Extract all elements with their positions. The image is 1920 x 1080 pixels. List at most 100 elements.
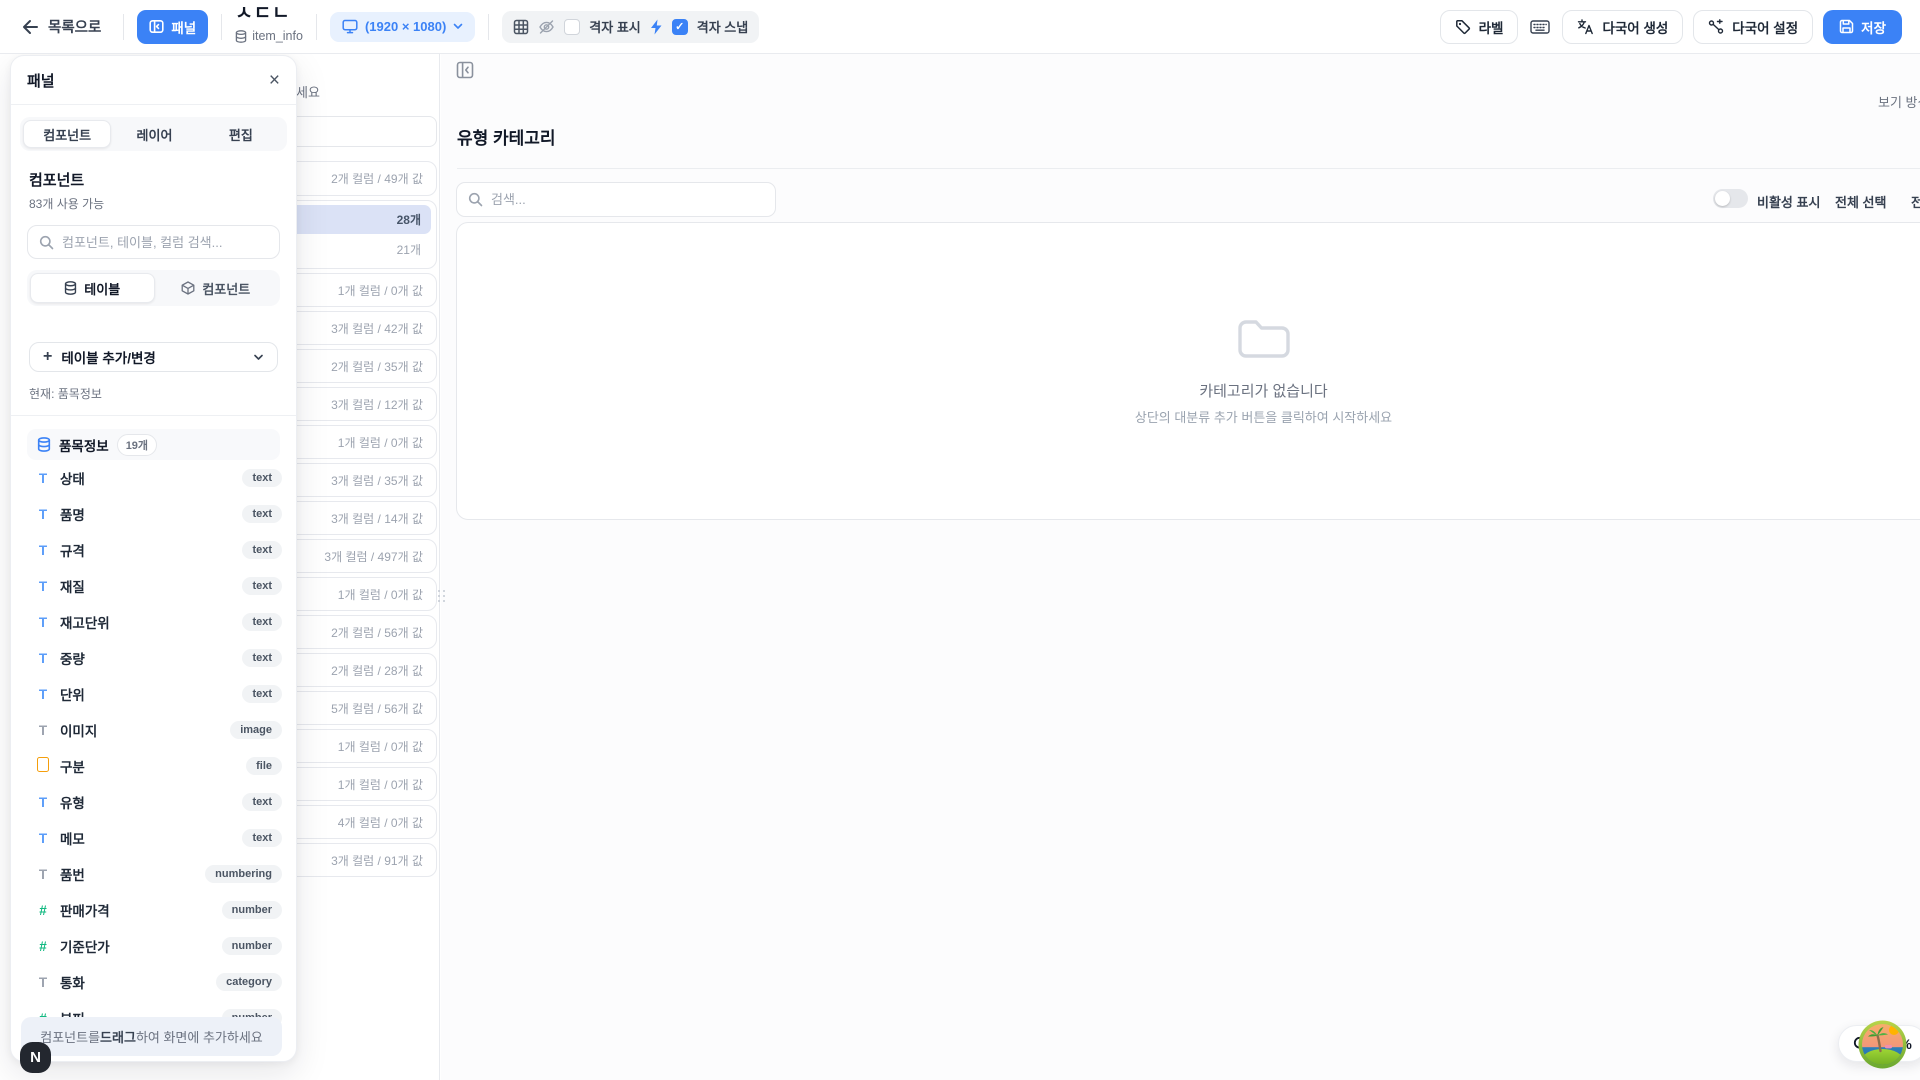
label-button[interactable]: 라벨 <box>1440 10 1519 44</box>
divider <box>457 168 1920 169</box>
field-row[interactable]: 유형 text <box>35 784 282 820</box>
app-window: 목록으로 패널 ㅅㄷㄴ item_info (1920 × 1080) 격자 표… <box>0 0 1920 1080</box>
field-row[interactable]: 판매가격 number <box>35 892 282 928</box>
field-count-badge: 19개 <box>117 434 157 456</box>
panel-header: 패널 × <box>11 56 296 105</box>
toolbar-actions: 라벨 다국어 생성 다국어 설정 저장 <box>1440 10 1920 44</box>
table-card-badge: 3개 컬럼 / 42개 값 <box>331 320 423 337</box>
tab-components[interactable]: 컴포넌트 <box>23 120 111 148</box>
field-name: 판매가격 <box>60 900 110 920</box>
field-row[interactable]: 중량 text <box>35 640 282 676</box>
separator <box>316 14 317 40</box>
field-row[interactable]: 품명 text <box>35 496 282 532</box>
search-icon <box>468 192 483 207</box>
mode-component-button[interactable]: 컴포넌트 <box>155 273 278 303</box>
field-name: 구분 <box>60 756 85 776</box>
field-row[interactable]: 메모 text <box>35 820 282 856</box>
t-blue-icon <box>35 471 51 486</box>
panel-toggle-button[interactable]: 패널 <box>137 10 208 44</box>
sidebar-resize-handle[interactable] <box>436 586 447 606</box>
add-table-dropdown[interactable]: + 테이블 추가/변경 <box>29 342 278 372</box>
keyboard-shortcuts-button[interactable] <box>1528 19 1552 35</box>
panel-search-input[interactable] <box>62 235 268 250</box>
t-blue-icon <box>35 579 51 594</box>
mode-table-button[interactable]: 테이블 <box>30 273 155 303</box>
field-type-badge: text <box>242 541 282 559</box>
field-type-badge: text <box>242 649 282 667</box>
panel-button-label: 패널 <box>171 17 196 37</box>
field-type-badge: image <box>230 721 282 739</box>
resolution-dropdown[interactable]: (1920 × 1080) <box>330 12 475 42</box>
field-name: 규격 <box>60 540 85 560</box>
inactive-toggle[interactable] <box>1713 189 1748 208</box>
table-card-badge: 4개 컬럼 / 0개 값 <box>338 814 423 831</box>
i18n-generate-button[interactable]: 다국어 생성 <box>1562 10 1683 44</box>
search-icon <box>39 235 54 250</box>
t-blue-icon <box>35 687 51 702</box>
field-row[interactable]: 재고단위 text <box>35 604 282 640</box>
eye-off-icon[interactable] <box>538 19 555 35</box>
field-row[interactable]: 통화 category <box>35 964 282 1000</box>
grid-snap-label: 격자 스냅 <box>697 17 748 36</box>
field-row[interactable]: 품번 numbering <box>35 856 282 892</box>
i18n-settings-button[interactable]: 다국어 설정 <box>1693 10 1813 44</box>
select-all-button[interactable]: 전체 선택 <box>1835 192 1886 211</box>
top-toolbar: 목록으로 패널 ㅅㄷㄴ item_info (1920 × 1080) 격자 표… <box>0 0 1920 54</box>
i18n-settings-label: 다국어 설정 <box>1732 17 1798 37</box>
divider <box>11 415 296 416</box>
field-row[interactable]: 상태 text <box>35 460 282 496</box>
field-row[interactable]: 기준단가 number <box>35 928 282 964</box>
components-panel: 패널 × 컴포넌트 레이어 편집 컴포넌트 83개 사용 가능 테이블 컴포넌트 <box>10 55 297 1062</box>
grid-snap-checkbox[interactable]: ✓ <box>672 19 688 35</box>
island-avatar[interactable] <box>1858 1020 1907 1069</box>
grid-show-checkbox[interactable] <box>564 19 580 35</box>
field-type-badge: text <box>242 505 282 523</box>
save-button[interactable]: 저장 <box>1823 10 1902 44</box>
field-name: 중량 <box>60 648 85 668</box>
app-logo-badge[interactable]: N <box>20 1042 51 1073</box>
table-header-row[interactable]: 품목정보 19개 <box>27 429 280 460</box>
table-card-badge: 3개 컬럼 / 91개 값 <box>331 852 423 869</box>
field-name: 메모 <box>60 828 85 848</box>
field-name: 재질 <box>60 576 85 596</box>
section-title: 컴포넌트 <box>29 169 278 190</box>
field-name: 품명 <box>60 504 85 524</box>
collapse-sidebar-button[interactable] <box>456 58 480 82</box>
back-to-list-button[interactable]: 목록으로 <box>22 16 101 37</box>
field-type-badge: text <box>242 793 282 811</box>
grid-icon[interactable] <box>513 19 529 35</box>
category-search-field <box>456 182 776 217</box>
arrow-left-icon <box>22 19 39 35</box>
field-row[interactable]: 구분 file <box>35 748 282 784</box>
close-icon[interactable]: × <box>269 71 280 90</box>
tab-layers[interactable]: 레이어 <box>111 120 197 148</box>
table-card-badge: 1개 컬럼 / 0개 값 <box>338 738 423 755</box>
table-card-badge: 3개 컬럼 / 35개 값 <box>331 472 423 489</box>
tag-icon <box>1455 19 1471 35</box>
view-mode-label[interactable]: 보기 방식 <box>1878 92 1920 111</box>
field-row[interactable]: 재질 text <box>35 568 282 604</box>
field-type-badge: number <box>222 901 282 919</box>
table-card-badge: 1개 컬럼 / 0개 값 <box>338 586 423 603</box>
field-row[interactable]: 단위 text <box>35 676 282 712</box>
field-row[interactable]: 이미지 image <box>35 712 282 748</box>
document-title-block: ㅅㄷㄴ item_info <box>235 10 303 43</box>
monitor-icon <box>342 19 358 34</box>
separator <box>123 14 124 40</box>
field-type-badge: text <box>242 577 282 595</box>
truncated-action-label[interactable]: 전 <box>1911 192 1920 211</box>
field-row[interactable]: 규격 text <box>35 532 282 568</box>
save-icon <box>1839 19 1854 34</box>
separator <box>221 14 222 40</box>
field-name: 재고단위 <box>60 612 110 632</box>
field-type-badge: numbering <box>205 865 282 883</box>
drag-hint-bar: 컴포넌트를 드래그하여 화면에 추가하세요 <box>21 1017 282 1056</box>
category-search-input[interactable] <box>491 192 764 207</box>
drag-hint-pre: 컴포넌트를 <box>40 1027 100 1046</box>
table-card-badge: 1개 컬럼 / 0개 값 <box>338 282 423 299</box>
table-card-badge: 3개 컬럼 / 497개 값 <box>324 548 423 565</box>
tab-edit[interactable]: 편집 <box>198 120 284 148</box>
empty-state: 카테고리가 없습니다 상단의 대분류 추가 버튼을 클릭하여 시작하세요 <box>456 222 1920 520</box>
resolution-value: (1920 × 1080) <box>365 19 446 34</box>
table-subrow-badge: 28개 <box>397 211 421 228</box>
